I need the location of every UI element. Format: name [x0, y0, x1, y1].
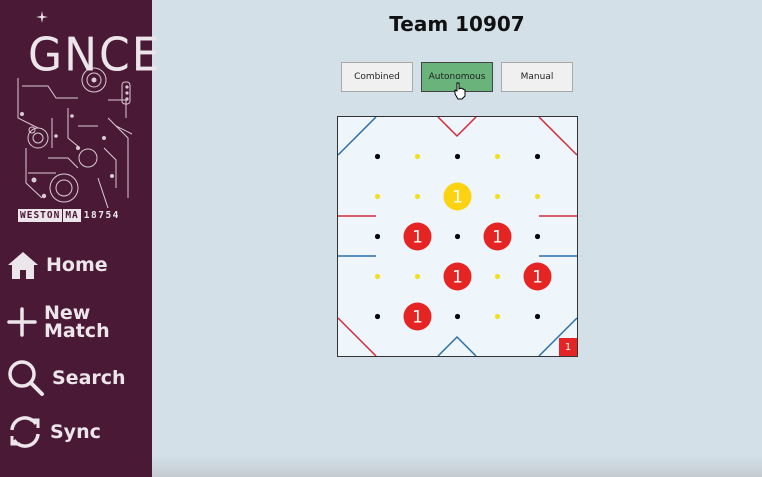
- field-dot: [374, 233, 381, 240]
- sync-icon: [10, 416, 40, 448]
- mouse-cursor-icon: [454, 82, 466, 100]
- field-dot: [414, 273, 421, 280]
- field-dot: [494, 153, 501, 160]
- field-dot: [534, 313, 541, 320]
- field-dot: [374, 153, 381, 160]
- field-marker[interactable]: 1: [403, 222, 432, 251]
- field-marker[interactable]: 1: [443, 182, 472, 211]
- tab-combined[interactable]: Combined: [341, 62, 413, 92]
- field-marker-label: 1: [452, 268, 463, 288]
- sidebar-item-label: Sync: [50, 421, 101, 443]
- field-diagram: 1 1 1 1 1 1: [338, 117, 577, 356]
- sidebar-item-new-match[interactable]: New Match: [6, 302, 124, 342]
- field-dot: [534, 153, 541, 160]
- field-dot: [494, 273, 501, 280]
- sidebar-item-label: Search: [52, 367, 126, 389]
- sidebar-item-label: Home: [46, 254, 108, 276]
- field-dot: [454, 153, 461, 160]
- corner-badge: 1: [559, 338, 577, 356]
- field-line: [338, 117, 377, 156]
- field-dot: [374, 273, 381, 280]
- search-icon: [8, 360, 44, 396]
- field-dot: [414, 193, 421, 200]
- sidebar-item-home[interactable]: Home: [6, 249, 108, 281]
- field-marker[interactable]: 1: [523, 262, 552, 291]
- game-field[interactable]: 1 1 1 1 1 1 1: [337, 116, 578, 357]
- field-dot: [454, 233, 461, 240]
- field-line: [437, 335, 477, 356]
- sidebar: GNCE WESTON MA 18754 Home New Match Sear…: [0, 0, 160, 477]
- logo-team-number: 18754: [83, 209, 120, 221]
- field-marker-label: 1: [452, 188, 463, 208]
- page-title: Team 10907: [389, 12, 525, 36]
- main-content: Team 10907 Combined Autonomous Manual 11…: [152, 0, 762, 477]
- field-dot: [454, 313, 461, 320]
- field-dot: [374, 313, 381, 320]
- bottom-bar: [152, 455, 762, 477]
- team-logo[interactable]: GNCE WESTON MA 18754: [8, 8, 160, 226]
- sidebar-item-sync[interactable]: Sync: [6, 414, 101, 450]
- field-dot: [494, 193, 501, 200]
- field-dot: [414, 153, 421, 160]
- field-marker[interactable]: 1: [443, 262, 472, 291]
- logo-town: WESTON: [18, 208, 63, 222]
- field-marker-label: 1: [412, 308, 423, 328]
- field-line: [338, 317, 377, 356]
- field-marker[interactable]: 1: [483, 222, 512, 251]
- field-dot: [534, 193, 541, 200]
- field-marker[interactable]: 1: [403, 302, 432, 331]
- field-line: [437, 117, 477, 138]
- field-line: [538, 117, 577, 156]
- tab-manual[interactable]: Manual: [501, 62, 573, 92]
- field-dot: [534, 233, 541, 240]
- field-marker-label: 1: [532, 268, 543, 288]
- sidebar-item-search[interactable]: Search: [6, 358, 126, 398]
- field-marker-label: 1: [412, 228, 423, 248]
- logo-letters: GNCE: [28, 28, 162, 83]
- logo-state: MA: [63, 208, 81, 222]
- sidebar-item-label: New Match: [44, 302, 110, 342]
- plus-icon: [7, 307, 37, 337]
- field-dot: [374, 193, 381, 200]
- field-dot: [494, 313, 501, 320]
- home-icon: [8, 252, 38, 279]
- field-marker-label: 1: [492, 228, 503, 248]
- logo-subtitle: WESTON MA 18754: [18, 208, 146, 222]
